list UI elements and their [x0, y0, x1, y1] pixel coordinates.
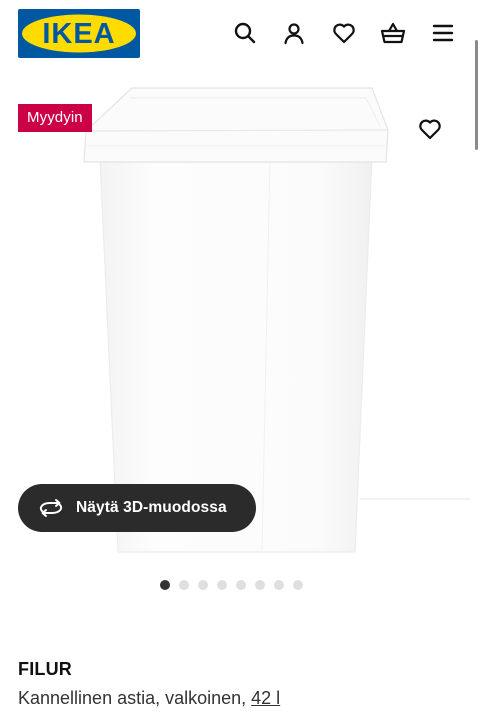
view-in-3d-label: Näytä 3D-muodossa	[76, 499, 227, 516]
add-to-favourites-button[interactable]	[416, 115, 444, 143]
user-icon[interactable]	[279, 18, 309, 48]
carousel-dot[interactable]	[274, 580, 284, 590]
carousel-dot[interactable]	[217, 580, 227, 590]
carousel-dot[interactable]	[198, 580, 208, 590]
image-carousel-dots	[160, 579, 303, 591]
product-name: FILUR	[18, 659, 72, 679]
menu-icon[interactable]	[428, 18, 458, 48]
size-link[interactable]: 42 l	[251, 688, 280, 708]
carousel-dot[interactable]	[236, 580, 246, 590]
carousel-dot[interactable]	[293, 580, 303, 590]
carousel-dot[interactable]	[179, 580, 189, 590]
favourites-heart-icon[interactable]	[329, 18, 359, 48]
search-icon[interactable]	[230, 18, 260, 48]
ikea-logo[interactable]: IKEA	[18, 9, 140, 58]
product-description: Kannellinen astia, valkoinen, 42 l	[18, 688, 280, 709]
carousel-dot[interactable]	[160, 580, 170, 590]
product-description-text: Kannellinen astia, valkoinen,	[18, 688, 252, 708]
heart-icon	[419, 119, 441, 140]
top-header: IKEA	[0, 0, 480, 66]
basket-icon[interactable]	[378, 18, 408, 48]
view-in-3d-button[interactable]: Näytä 3D-muodossa	[18, 484, 256, 532]
bestseller-badge: Myydyin	[18, 104, 92, 132]
carousel-dot[interactable]	[255, 580, 265, 590]
svg-text:IKEA: IKEA	[42, 18, 115, 50]
rotate-3d-icon	[39, 499, 63, 517]
